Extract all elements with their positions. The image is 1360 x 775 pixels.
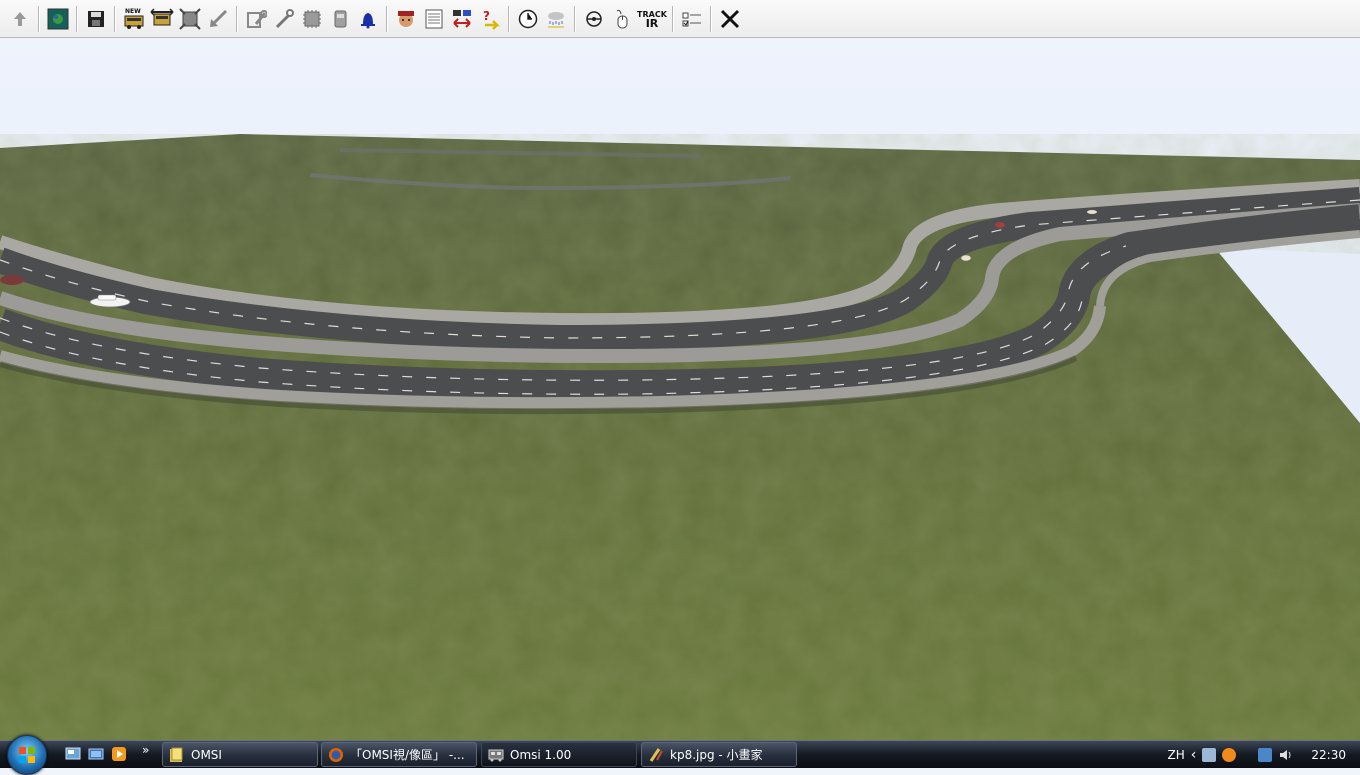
- tray-chevron[interactable]: ‹: [1191, 747, 1197, 763]
- car-far: [1087, 210, 1097, 214]
- omsi-toolbar: NEW ? TRACK IR: [0, 0, 1360, 38]
- car-red-left: [0, 275, 24, 285]
- ticket-machine-icon[interactable]: [327, 5, 353, 33]
- options-checkbox-icon[interactable]: [679, 5, 705, 33]
- system-tray: ZH ‹ 22:30: [1165, 741, 1360, 768]
- help-question-icon[interactable]: ?: [477, 5, 503, 33]
- car-small: [960, 254, 972, 262]
- car-red-right: [995, 222, 1005, 228]
- omsi-app-icon: [488, 749, 504, 761]
- paint-icon: [649, 747, 663, 762]
- show-desktop-icon[interactable]: [64, 745, 82, 763]
- switch-windows-icon[interactable]: [87, 745, 105, 763]
- new-label: NEW: [125, 8, 141, 15]
- windows-taskbar: » OMSI 「OMSI視/像區」 -... Omsi 1.00 kp8.jpg…: [0, 735, 1360, 775]
- toolbar-separator: [574, 5, 576, 32]
- toolbar-separator: [672, 5, 674, 32]
- quicklaunch-more[interactable]: »: [142, 743, 149, 757]
- svg-text:?: ?: [483, 9, 490, 23]
- toolbar-separator: [236, 5, 238, 32]
- scene-render: [0, 38, 1360, 740]
- schedule-list-icon[interactable]: [421, 5, 447, 33]
- mouse-icon[interactable]: [609, 5, 635, 33]
- new-bus-icon[interactable]: NEW: [121, 5, 147, 33]
- media-player-icon[interactable]: [110, 745, 128, 763]
- bell-icon[interactable]: [355, 5, 381, 33]
- trackir-bottom-label: IR: [645, 16, 659, 30]
- map-icon[interactable]: [45, 5, 71, 33]
- toolbar-separator: [710, 5, 712, 32]
- save-disk-icon[interactable]: [83, 5, 109, 33]
- simulation-viewport[interactable]: [0, 38, 1360, 740]
- taskbar-item-omsi-folder[interactable]: OMSI: [162, 742, 318, 767]
- taskbar-item-omsi-app[interactable]: Omsi 1.00: [481, 742, 637, 767]
- update-tray-icon[interactable]: [1222, 747, 1237, 762]
- toolbar-separator: [386, 5, 388, 32]
- firefox-icon: [329, 747, 343, 762]
- weather-icon[interactable]: [543, 5, 569, 33]
- wrench-icon[interactable]: [271, 5, 297, 33]
- up-arrow-icon[interactable]: [7, 5, 33, 33]
- close-x-icon[interactable]: [717, 5, 743, 33]
- language-indicator[interactable]: ZH: [1168, 748, 1185, 762]
- display-tray-icon[interactable]: [1258, 747, 1273, 762]
- task-label: 「OMSI視/像區」 -...: [350, 748, 465, 762]
- network-tray-icon[interactable]: [1202, 747, 1217, 762]
- camera-view-icon[interactable]: [581, 5, 607, 33]
- taskbar-item-firefox[interactable]: 「OMSI視/像區」 -...: [321, 742, 477, 767]
- folder-icon: [170, 747, 183, 762]
- start-button[interactable]: [7, 735, 47, 775]
- trackir-icon[interactable]: TRACK IR: [637, 5, 667, 33]
- driver-face-icon[interactable]: [393, 5, 419, 33]
- toolbar-separator: [508, 5, 510, 32]
- volume-icon[interactable]: [1278, 748, 1292, 762]
- toolbar-separator: [38, 5, 40, 32]
- chip-icon[interactable]: [299, 5, 325, 33]
- bus-move-icon[interactable]: [149, 5, 175, 33]
- arrow-diagonal-icon[interactable]: [205, 5, 231, 33]
- toolbar-separator: [114, 5, 116, 32]
- clock-icon[interactable]: [515, 5, 541, 33]
- toolbar-separator: [76, 5, 78, 32]
- task-label: OMSI: [191, 747, 222, 762]
- task-label: kp8.jpg - 小畫家: [670, 748, 763, 762]
- bus-frame-icon[interactable]: [177, 5, 203, 33]
- clock-time[interactable]: 22:30: [1311, 748, 1346, 762]
- taskbar-item-paint[interactable]: kp8.jpg - 小畫家: [641, 742, 797, 767]
- task-label: Omsi 1.00: [510, 747, 572, 762]
- wrench-gear-icon[interactable]: [243, 5, 269, 33]
- route-exchange-icon[interactable]: [449, 5, 475, 33]
- windows-logo-icon: [19, 747, 35, 763]
